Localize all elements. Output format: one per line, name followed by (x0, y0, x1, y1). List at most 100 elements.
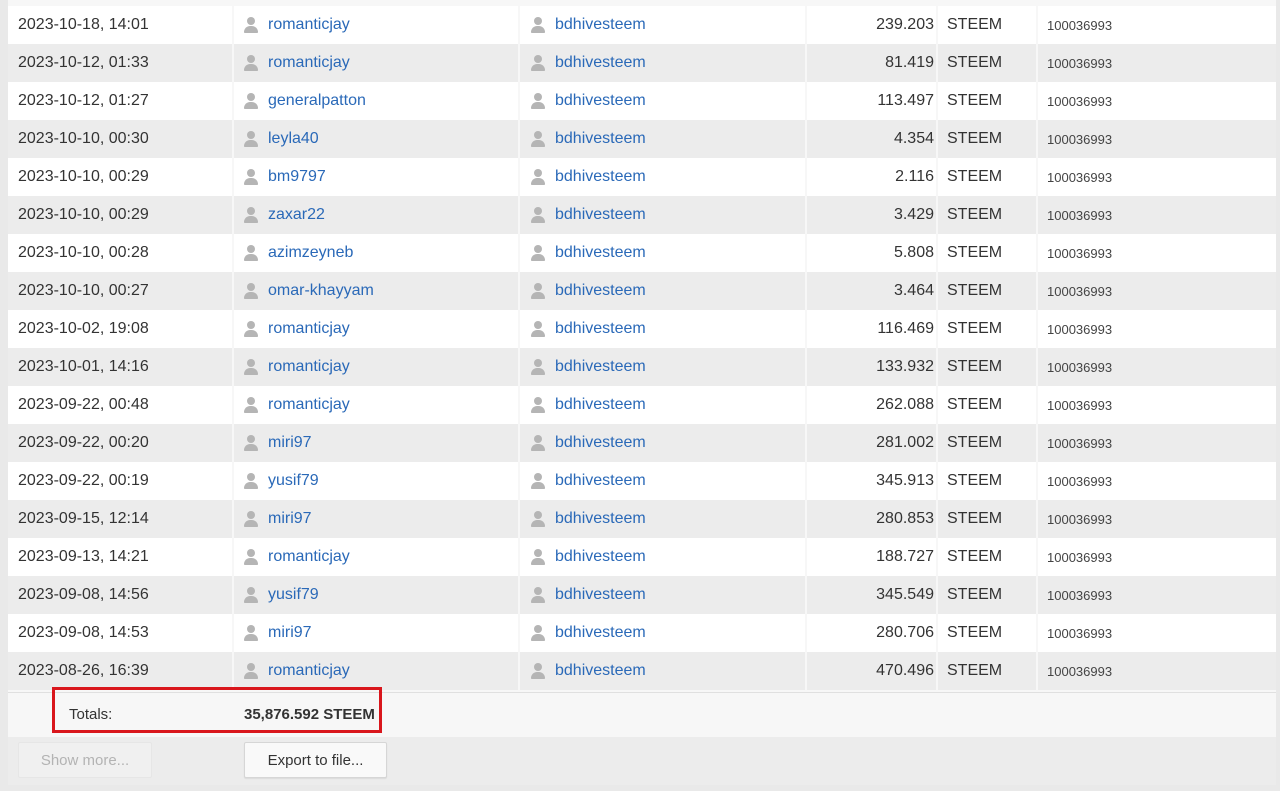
user-icon (529, 168, 547, 186)
to-user-link[interactable]: bdhivesteem (555, 168, 646, 186)
from-user-link[interactable]: miri97 (268, 434, 312, 452)
from-user-link[interactable]: generalpatton (268, 92, 366, 110)
transfer-unit: STEEM (947, 624, 1003, 641)
to-user-link[interactable]: bdhivesteem (555, 16, 646, 34)
from-user-link[interactable]: romanticjay (268, 320, 350, 338)
transfer-amount: 345.549 (876, 586, 934, 603)
transfer-amount: 188.727 (876, 548, 934, 565)
table-row: 2023-10-10, 00:27 omar-khayyam bdhivesteem… (8, 272, 1276, 310)
to-user-link[interactable]: bdhivesteem (555, 662, 646, 680)
transfer-unit: STEEM (947, 54, 1003, 71)
from-user-link[interactable]: romanticjay (268, 54, 350, 72)
export-to-file-button[interactable]: Export to file... (244, 742, 387, 778)
table-row: 2023-10-18, 14:01 romanticjay bdhivesteem 2… (8, 6, 1276, 44)
from-user-link[interactable]: romanticjay (268, 548, 350, 566)
to-user-cell: bdhivesteem (529, 234, 805, 272)
from-user-cell: zaxar22 (242, 196, 518, 234)
column-divider (805, 234, 807, 272)
to-user-link[interactable]: bdhivesteem (555, 396, 646, 414)
column-divider (805, 196, 807, 234)
from-user-link[interactable]: azimzeyneb (268, 244, 353, 262)
table-row: 2023-10-12, 01:27 generalpatton bdhivestee… (8, 82, 1276, 120)
to-user-link[interactable]: bdhivesteem (555, 54, 646, 72)
transfer-unit: STEEM (947, 206, 1003, 223)
to-user-cell: bdhivesteem (529, 348, 805, 386)
transfer-memo: 100036993 (1047, 93, 1113, 109)
transfer-memo: 100036993 (1047, 435, 1113, 451)
column-divider (936, 348, 938, 386)
to-user-cell: bdhivesteem (529, 614, 805, 652)
column-divider (936, 44, 938, 82)
transfer-unit: STEEM (947, 92, 1003, 109)
user-icon (242, 16, 260, 34)
table-row: 2023-09-08, 14:53 miri97 bdhivesteem 280.70… (8, 614, 1276, 652)
transfer-memo: 100036993 (1047, 587, 1113, 603)
column-divider (936, 652, 938, 690)
from-user-link[interactable]: romanticjay (268, 396, 350, 414)
to-user-cell: bdhivesteem (529, 652, 805, 690)
to-user-link[interactable]: bdhivesteem (555, 206, 646, 224)
table-row: 2023-09-22, 00:20 miri97 bdhivesteem 281.00… (8, 424, 1276, 462)
transfer-memo: 100036993 (1047, 283, 1113, 299)
transfer-amount: 470.496 (876, 662, 934, 679)
column-divider (232, 614, 234, 652)
to-user-cell: bdhivesteem (529, 462, 805, 500)
from-user-link[interactable]: bm9797 (268, 168, 326, 186)
to-user-link[interactable]: bdhivesteem (555, 358, 646, 376)
column-divider (805, 424, 807, 462)
column-divider (805, 120, 807, 158)
to-user-link[interactable]: bdhivesteem (555, 130, 646, 148)
from-user-link[interactable]: zaxar22 (268, 206, 325, 224)
column-divider (232, 538, 234, 576)
transfer-amount: 239.203 (876, 16, 934, 33)
from-user-link[interactable]: miri97 (268, 624, 312, 642)
from-user-link[interactable]: romanticjay (268, 662, 350, 680)
to-user-link[interactable]: bdhivesteem (555, 586, 646, 604)
to-user-link[interactable]: bdhivesteem (555, 510, 646, 528)
column-divider (936, 82, 938, 120)
from-user-link[interactable]: yusif79 (268, 472, 319, 490)
from-user-cell: romanticjay (242, 348, 518, 386)
user-icon (242, 358, 260, 376)
column-divider (518, 386, 520, 424)
table-row: 2023-10-10, 00:29 bm9797 bdhivesteem 2.116 S… (8, 158, 1276, 196)
to-user-link[interactable]: bdhivesteem (555, 472, 646, 490)
user-icon (529, 92, 547, 110)
from-user-link[interactable]: yusif79 (268, 586, 319, 604)
to-user-link[interactable]: bdhivesteem (555, 244, 646, 262)
page-frame: 2023-10-18, 14:01 romanticjay bdhivesteem 2… (0, 0, 1280, 791)
transfer-amount: 133.932 (876, 358, 934, 375)
table-row: 2023-09-22, 00:19 yusif79 bdhivesteem 345.9… (8, 462, 1276, 500)
from-user-link[interactable]: romanticjay (268, 16, 350, 34)
transfer-date: 2023-09-22, 00:48 (18, 396, 149, 413)
transfer-date: 2023-10-12, 01:33 (18, 54, 149, 71)
user-icon (242, 586, 260, 604)
to-user-link[interactable]: bdhivesteem (555, 434, 646, 452)
from-user-link[interactable]: miri97 (268, 510, 312, 528)
to-user-link[interactable]: bdhivesteem (555, 548, 646, 566)
from-user-cell: miri97 (242, 500, 518, 538)
show-more-button[interactable]: Show more... (18, 742, 152, 778)
to-user-link[interactable]: bdhivesteem (555, 282, 646, 300)
to-user-cell: bdhivesteem (529, 196, 805, 234)
user-icon (242, 434, 260, 452)
transfer-date: 2023-09-08, 14:53 (18, 624, 149, 641)
column-divider (936, 576, 938, 614)
column-divider (805, 462, 807, 500)
from-user-link[interactable]: romanticjay (268, 358, 350, 376)
from-user-cell: miri97 (242, 424, 518, 462)
user-icon (529, 624, 547, 642)
transfer-unit: STEEM (947, 662, 1003, 679)
column-divider (232, 348, 234, 386)
transfer-memo: 100036993 (1047, 625, 1113, 641)
from-user-link[interactable]: omar-khayyam (268, 282, 374, 300)
to-user-link[interactable]: bdhivesteem (555, 624, 646, 642)
column-divider (805, 614, 807, 652)
from-user-link[interactable]: leyla40 (268, 130, 319, 148)
transfer-unit: STEEM (947, 586, 1003, 603)
user-icon (529, 510, 547, 528)
transfer-amount: 4.354 (893, 130, 934, 147)
to-user-link[interactable]: bdhivesteem (555, 92, 646, 110)
to-user-link[interactable]: bdhivesteem (555, 320, 646, 338)
transfer-date: 2023-09-22, 00:20 (18, 434, 149, 451)
